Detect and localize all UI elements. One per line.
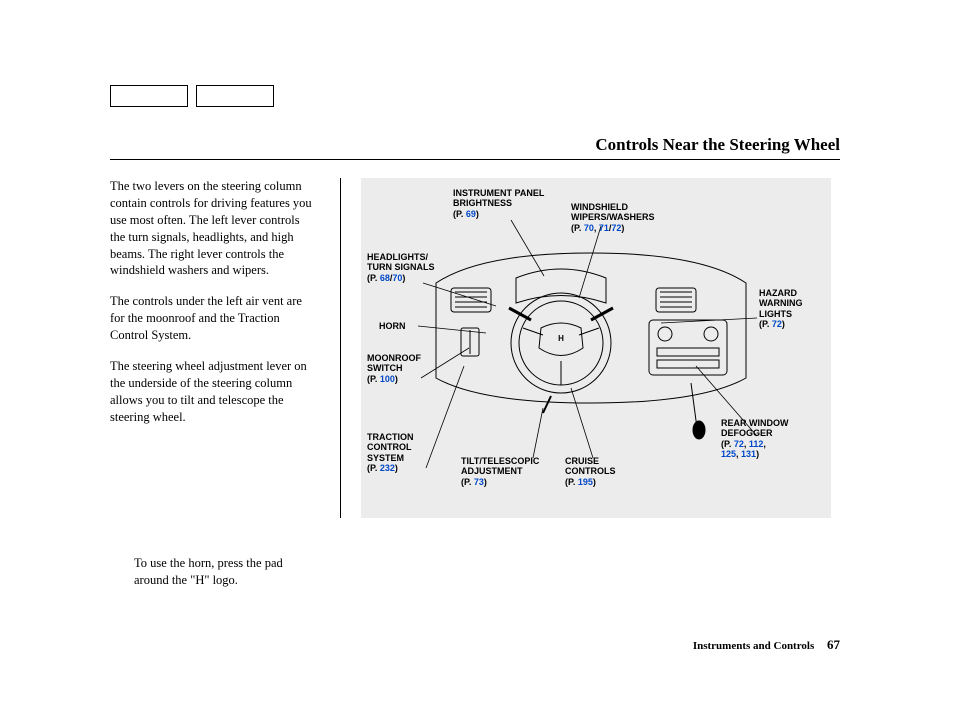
callout-cruise-controls: CRUISE CONTROLS (P. 195): [565, 456, 616, 487]
page-footer: Instruments and Controls 67: [693, 637, 840, 653]
page-ref-link[interactable]: 71: [599, 223, 609, 233]
page-ref-link[interactable]: 73: [474, 477, 484, 487]
callout-instrument-panel-brightness: INSTRUMENT PANEL BRIGHTNESS (P. 69): [453, 188, 544, 219]
callout-headlights-turn-signals: HEADLIGHTS/ TURN SIGNALS (P. 68/70): [367, 252, 435, 283]
page-ref-link[interactable]: 72: [734, 439, 744, 449]
page-title: Controls Near the Steering Wheel: [595, 135, 840, 155]
page-ref-link[interactable]: 112: [749, 439, 764, 449]
callout-traction-control: TRACTION CONTROL SYSTEM (P. 232): [367, 432, 414, 473]
horn-note: To use the horn, press the pad around th…: [110, 555, 314, 589]
steering-diagram: H: [361, 178, 831, 518]
paragraph-2: The controls under the left air vent are…: [110, 293, 314, 344]
callout-tilt-telescopic: TILT/TELESCOPIC ADJUSTMENT (P. 73): [461, 456, 539, 487]
callout-hazard-lights: HAZARD WARNING LIGHTS (P. 72): [759, 288, 803, 329]
page-ref-link[interactable]: 100: [380, 374, 395, 384]
header-tab-1: [110, 85, 188, 107]
body-text: The two levers on the steering column co…: [110, 178, 320, 603]
page-ref-link[interactable]: 125: [721, 449, 736, 459]
paragraph-1: The two levers on the steering column co…: [110, 178, 314, 279]
page-ref-link[interactable]: 195: [578, 477, 593, 487]
column-divider: [340, 178, 341, 518]
page-ref-link[interactable]: 232: [380, 463, 395, 473]
page-ref-link[interactable]: 69: [466, 209, 476, 219]
page-ref-link[interactable]: 72: [611, 223, 621, 233]
header-tabs: [110, 85, 840, 107]
callout-horn: HORN: [379, 321, 406, 331]
page-ref-link[interactable]: 68: [380, 273, 390, 283]
callout-rear-defogger: REAR WINDOW DEFOGGER (P. 72, 112, 125, 1…: [721, 418, 789, 459]
page-ref-link[interactable]: 72: [772, 319, 782, 329]
callout-moonroof-switch: MOONROOF SWITCH (P. 100): [367, 353, 421, 384]
paragraph-3: The steering wheel adjustment lever on t…: [110, 358, 314, 426]
page-ref-link[interactable]: 70: [392, 273, 402, 283]
header-tab-2: [196, 85, 274, 107]
page-number: 67: [827, 637, 840, 652]
page-ref-link[interactable]: 70: [584, 223, 594, 233]
callout-windshield-wipers: WINDSHIELD WIPERS/WASHERS (P. 70, 71/72): [571, 202, 655, 233]
page-ref-link[interactable]: 131: [741, 449, 756, 459]
section-name: Instruments and Controls: [693, 640, 814, 652]
